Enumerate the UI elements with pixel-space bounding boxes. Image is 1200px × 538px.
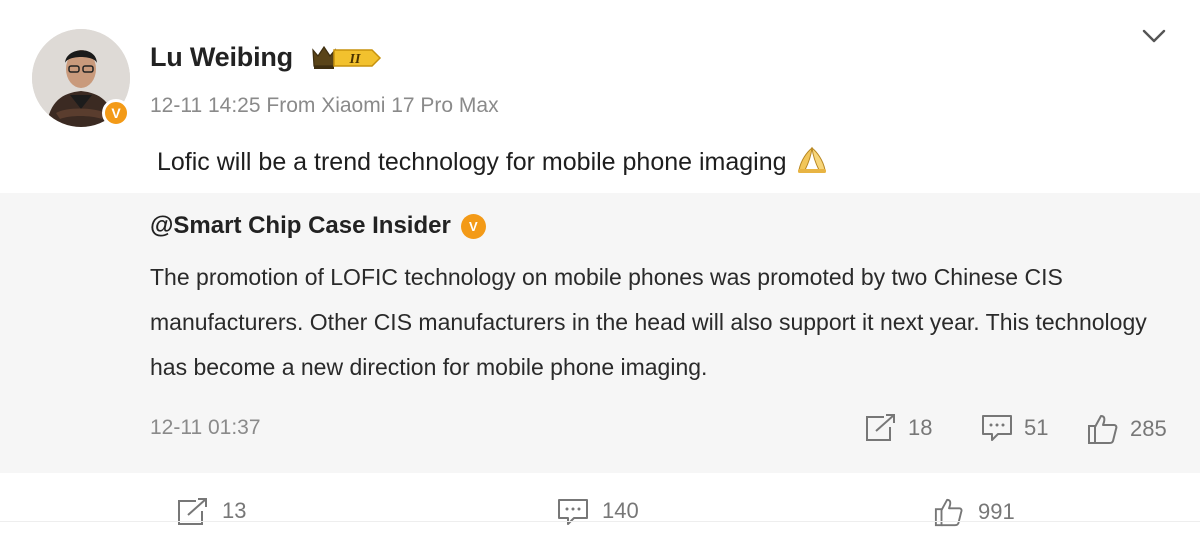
quote-like-button[interactable]: 285 bbox=[1086, 413, 1167, 445]
quote-repost-button[interactable]: 18 bbox=[864, 413, 932, 443]
quote-like-count: 285 bbox=[1130, 416, 1167, 441]
post-actions-bar: 13 140 991 bbox=[0, 473, 1200, 538]
quote-comment-count: 51 bbox=[1024, 415, 1049, 440]
like-button[interactable]: 991 bbox=[932, 497, 1015, 527]
pray-hands-icon bbox=[795, 144, 829, 181]
comment-icon bbox=[982, 415, 1012, 441]
quote-timestamp: 12-11 01:37 bbox=[150, 416, 261, 439]
verified-badge-icon: V bbox=[460, 213, 486, 239]
quote-body: The promotion of LOFIC technology on mob… bbox=[150, 264, 1147, 380]
like-icon bbox=[1088, 415, 1118, 444]
repost-icon bbox=[866, 414, 895, 441]
post-meta: 12-11 14:25 From Xiaomi 17 Pro Max bbox=[150, 94, 499, 117]
member-level-badge[interactable]: II bbox=[310, 44, 382, 72]
quote-repost-count: 18 bbox=[908, 415, 933, 440]
post-body: Lofic will be a trend technology for mob… bbox=[157, 144, 829, 181]
quote-author-name[interactable]: @Smart Chip Case Insider bbox=[150, 212, 451, 240]
like-icon bbox=[934, 498, 963, 527]
crown-icon: II bbox=[312, 45, 382, 69]
verified-badge-icon: V bbox=[102, 99, 130, 127]
author-name[interactable]: Lu Weibing bbox=[150, 42, 293, 73]
author-avatar[interactable]: V bbox=[32, 29, 132, 129]
quote-author[interactable]: @Smart Chip Case Insider V bbox=[150, 212, 486, 240]
chevron-down-icon[interactable] bbox=[1140, 26, 1168, 46]
level-badge-text: II bbox=[349, 52, 361, 67]
divider bbox=[0, 521, 1200, 522]
quote-comment-button[interactable]: 51 bbox=[980, 413, 1048, 443]
post-text: Lofic will be a trend technology for mob… bbox=[157, 148, 787, 176]
quoted-post[interactable]: @Smart Chip Case Insider V The promotion… bbox=[0, 193, 1200, 473]
